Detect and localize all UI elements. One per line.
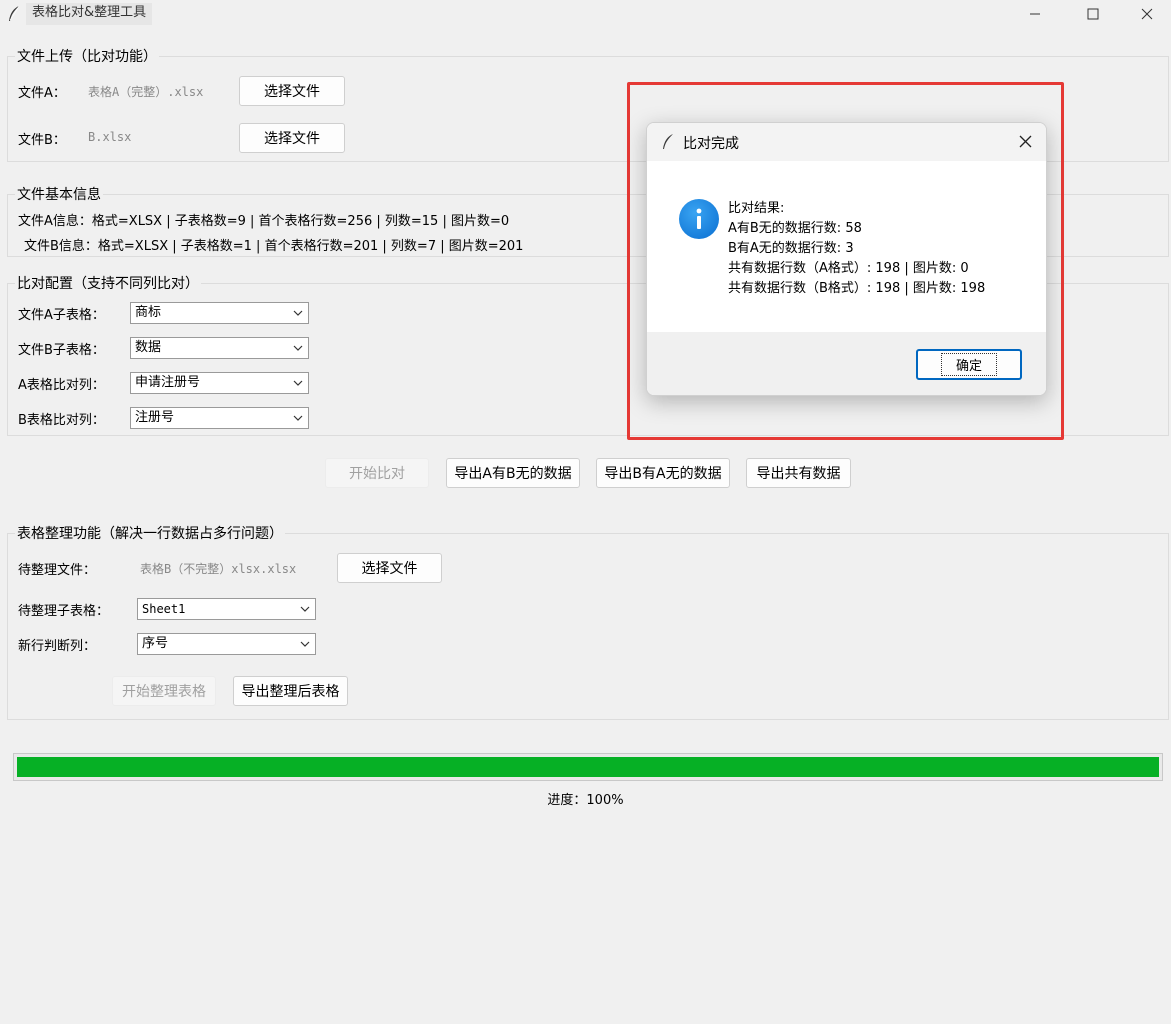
progress-fill bbox=[17, 757, 1159, 777]
chevron-down-icon bbox=[293, 380, 303, 386]
newline-col-value: 序号 bbox=[142, 636, 169, 651]
organize-sheet-select[interactable]: Sheet1 bbox=[137, 598, 316, 620]
choose-file-a-button[interactable]: 选择文件 bbox=[239, 76, 345, 106]
chevron-down-icon bbox=[300, 606, 310, 612]
sheet-b-select[interactable]: 数据 bbox=[130, 337, 309, 359]
file-b-name: B.xlsx bbox=[88, 130, 132, 144]
dialog-line: A有B无的数据行数: 58 bbox=[728, 221, 862, 236]
dialog-line: B有A无的数据行数: 3 bbox=[728, 241, 854, 256]
dialog-close-icon[interactable] bbox=[1019, 135, 1032, 148]
dialog-body: 比对结果: A有B无的数据行数: 58 B有A无的数据行数: 3 共有数据行数（… bbox=[647, 161, 1046, 332]
feather-icon bbox=[663, 134, 673, 149]
dialog-footer: 确定 bbox=[647, 332, 1046, 395]
sheet-a-label: 文件A子表格： bbox=[18, 308, 105, 323]
col-a-select[interactable]: 申请注册号 bbox=[130, 372, 309, 394]
chevron-down-icon bbox=[293, 415, 303, 421]
sheet-b-value: 数据 bbox=[135, 340, 162, 355]
col-a-label: A表格比对列： bbox=[18, 378, 105, 393]
chevron-down-icon bbox=[293, 310, 303, 316]
dialog-line: 共有数据行数（B格式）: 198 | 图片数: 198 bbox=[728, 281, 986, 296]
title-bar: 表格比对&整理工具 bbox=[0, 0, 1171, 28]
close-button[interactable] bbox=[1123, 0, 1171, 28]
dialog-line: 共有数据行数（A格式）: 198 | 图片数: 0 bbox=[728, 261, 969, 276]
sheet-a-value: 商标 bbox=[135, 305, 162, 320]
info-icon bbox=[679, 199, 719, 239]
chevron-down-icon bbox=[293, 345, 303, 351]
upload-group-title: 文件上传（比对功能） bbox=[15, 46, 159, 66]
dialog-header: 比对完成 bbox=[647, 123, 1046, 161]
ok-label: 确定 bbox=[940, 353, 997, 376]
export-common-button[interactable]: 导出共有数据 bbox=[746, 458, 851, 488]
file-a-name: 表格A（完整）.xlsx bbox=[88, 85, 204, 99]
export-b-not-a-button[interactable]: 导出B有A无的数据 bbox=[596, 458, 730, 488]
dialog-line: 比对结果: bbox=[728, 201, 785, 216]
newline-col-label: 新行判断列： bbox=[18, 639, 97, 654]
organize-sheet-label: 待整理子表格： bbox=[18, 604, 110, 619]
close-icon bbox=[1141, 8, 1153, 20]
progress-bar bbox=[13, 753, 1163, 781]
organize-file-label: 待整理文件： bbox=[18, 563, 97, 578]
minimize-icon bbox=[1030, 13, 1040, 15]
organize-group-title: 表格整理功能（解决一行数据占多行问题） bbox=[15, 523, 285, 543]
chevron-down-icon bbox=[300, 641, 310, 647]
sheet-b-label: 文件B子表格： bbox=[18, 343, 105, 358]
ok-button[interactable]: 确定 bbox=[916, 349, 1022, 380]
file-b-label: 文件B： bbox=[18, 133, 66, 148]
newline-col-select[interactable]: 序号 bbox=[137, 633, 316, 655]
info-group-title: 文件基本信息 bbox=[15, 184, 103, 204]
progress-text: 进度：100% bbox=[547, 793, 624, 808]
col-b-value: 注册号 bbox=[135, 410, 175, 425]
maximize-icon bbox=[1087, 8, 1099, 20]
dialog-message: 比对结果: A有B无的数据行数: 58 B有A无的数据行数: 3 共有数据行数（… bbox=[728, 199, 985, 299]
start-organize-button[interactable]: 开始整理表格 bbox=[112, 676, 216, 706]
organize-sheet-value: Sheet1 bbox=[142, 602, 186, 616]
file-b-info: 文件B信息：格式=XLSX | 子表格数=1 | 首个表格行数=201 | 列数… bbox=[24, 239, 524, 254]
choose-file-b-button[interactable]: 选择文件 bbox=[239, 123, 345, 153]
organize-file-name: 表格B（不完整）xlsx.xlsx bbox=[140, 562, 297, 576]
file-a-label: 文件A： bbox=[18, 86, 66, 101]
compare-complete-dialog: 比对完成 比对结果: A有B无的数据行数: 58 B有A无的数据行数: 3 共有… bbox=[646, 122, 1047, 396]
organize-choose-file-button[interactable]: 选择文件 bbox=[337, 553, 442, 583]
start-compare-button[interactable]: 开始比对 bbox=[325, 458, 429, 488]
col-a-value: 申请注册号 bbox=[135, 375, 201, 390]
config-group-title: 比对配置（支持不同列比对） bbox=[15, 273, 201, 293]
window-title: 表格比对&整理工具 bbox=[26, 3, 153, 25]
col-b-select[interactable]: 注册号 bbox=[130, 407, 309, 429]
minimize-button[interactable] bbox=[1007, 0, 1063, 28]
export-a-not-b-button[interactable]: 导出A有B无的数据 bbox=[446, 458, 580, 488]
maximize-button[interactable] bbox=[1065, 0, 1121, 28]
export-organized-button[interactable]: 导出整理后表格 bbox=[233, 676, 348, 706]
col-b-label: B表格比对列： bbox=[18, 413, 105, 428]
sheet-a-select[interactable]: 商标 bbox=[130, 302, 309, 324]
file-a-info: 文件A信息：格式=XLSX | 子表格数=9 | 首个表格行数=256 | 列数… bbox=[18, 214, 510, 229]
feather-icon bbox=[9, 5, 20, 21]
dialog-title: 比对完成 bbox=[683, 136, 739, 152]
